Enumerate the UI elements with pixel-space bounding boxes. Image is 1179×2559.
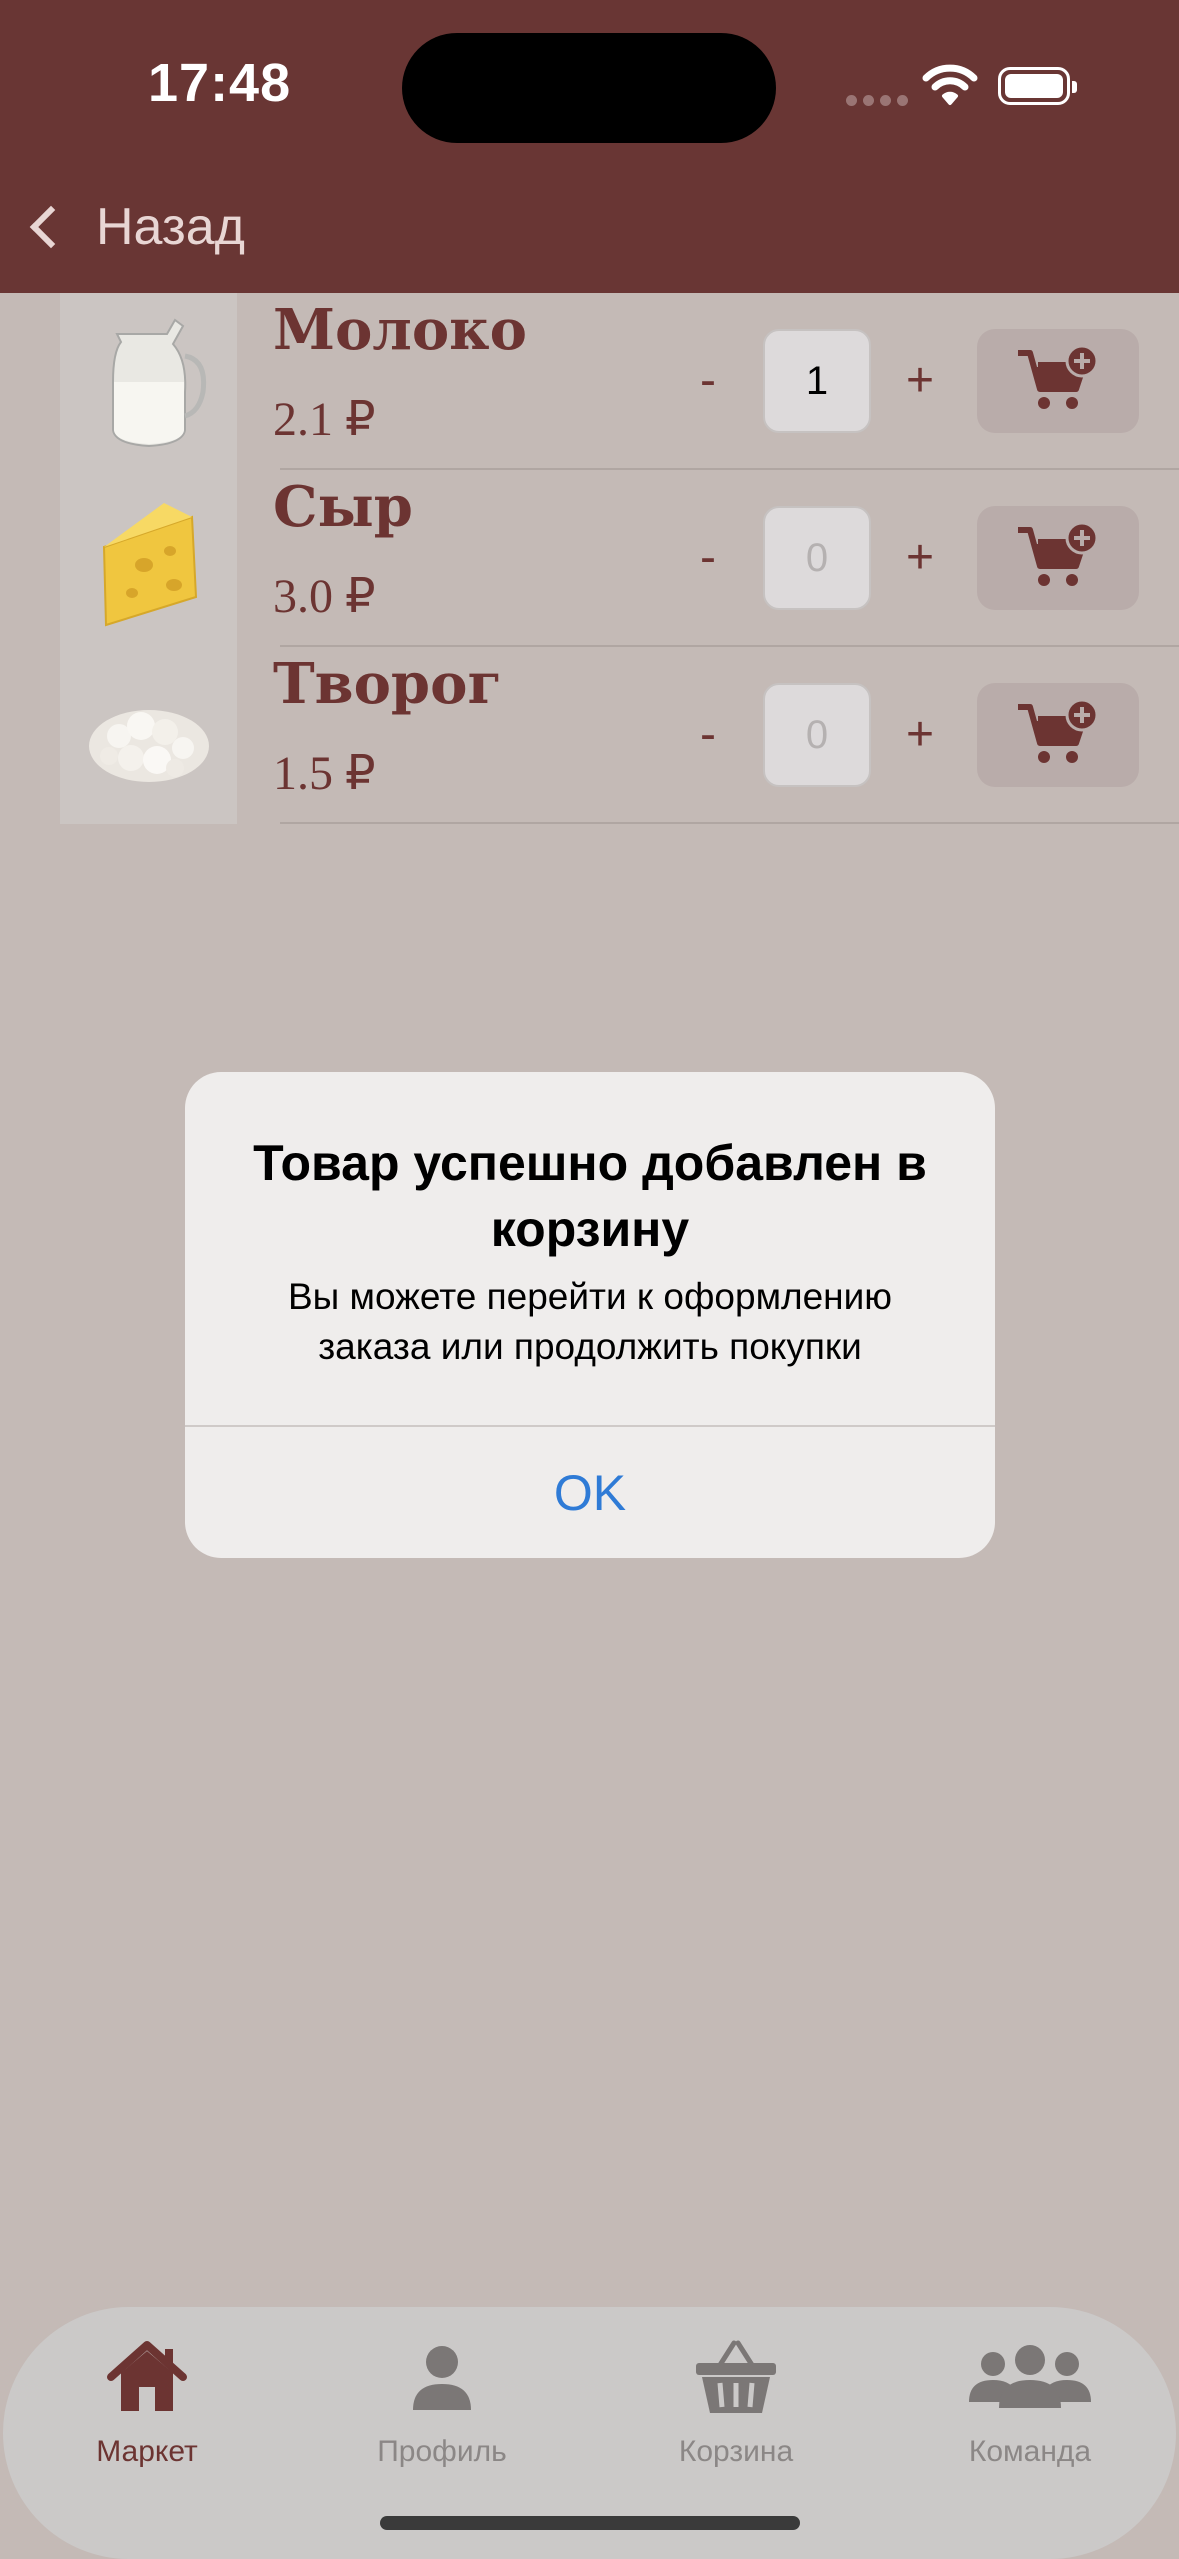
back-label: Назад — [96, 198, 245, 256]
cellular-signal-icon — [846, 93, 914, 111]
cheese-image — [60, 470, 237, 647]
add-to-cart-button[interactable] — [977, 683, 1139, 787]
back-button[interactable]: Назад — [22, 192, 245, 262]
product-name: Творог — [273, 651, 502, 717]
product-row: Молоко 2.1 ₽ - 1 + — [0, 293, 1179, 470]
tab-team[interactable]: Команда — [930, 2327, 1130, 2469]
home-icon — [47, 2327, 247, 2427]
add-to-cart-button[interactable] — [977, 506, 1139, 610]
status-time: 17:48 — [148, 53, 292, 113]
wifi-icon — [922, 62, 978, 111]
tab-market[interactable]: Маркет — [47, 2327, 247, 2469]
person-icon — [342, 2327, 542, 2427]
product-name: Молоко — [273, 297, 527, 363]
row-divider — [280, 822, 1179, 824]
tab-label: Маркет — [96, 2435, 198, 2468]
cart-plus-icon — [1018, 699, 1099, 763]
increase-button[interactable]: + — [906, 707, 934, 762]
chevron-left-icon — [29, 205, 73, 249]
basket-icon — [636, 2327, 836, 2427]
team-icon — [930, 2327, 1130, 2427]
cottage-cheese-image — [60, 647, 237, 824]
product-row: Творог 1.5 ₽ - 0 + — [0, 647, 1179, 824]
tab-label: Корзина — [678, 2435, 794, 2468]
tab-profile[interactable]: Профиль — [342, 2327, 542, 2469]
quantity-field[interactable]: 0 — [763, 506, 871, 610]
product-row: Сыр 3.0 ₽ - 0 + — [0, 470, 1179, 647]
decrease-button[interactable]: - — [700, 530, 716, 585]
dynamic-island — [402, 33, 776, 143]
product-name: Сыр — [273, 474, 413, 540]
cart-plus-icon — [1018, 345, 1099, 409]
product-price: 3.0 ₽ — [273, 570, 376, 623]
tab-label: Команда — [968, 2435, 1092, 2468]
top-bar: 17:48 Назад — [0, 0, 1179, 293]
alert-ok-button[interactable]: OK — [185, 1427, 995, 1558]
quantity-field[interactable]: 0 — [763, 683, 871, 787]
milk-jug-image — [60, 293, 237, 470]
cart-plus-icon — [1018, 522, 1099, 586]
tab-cart[interactable]: Корзина — [636, 2327, 836, 2469]
battery-icon — [998, 67, 1077, 105]
alert-title: Товар успешно добавлен в корзину — [253, 1135, 927, 1257]
alert-message: Вы можете перейти к оформлению заказа ил… — [287, 1276, 893, 1367]
add-to-cart-button[interactable] — [977, 329, 1139, 433]
increase-button[interactable]: + — [906, 530, 934, 585]
product-price: 2.1 ₽ — [273, 393, 376, 446]
home-indicator — [380, 2516, 800, 2530]
decrease-button[interactable]: - — [700, 707, 716, 762]
quantity-field[interactable]: 1 — [763, 329, 871, 433]
success-alert: Товар успешно добавлен в корзину Вы може… — [185, 1072, 995, 1558]
product-price: 1.5 ₽ — [273, 747, 376, 800]
decrease-button[interactable]: - — [700, 353, 716, 408]
increase-button[interactable]: + — [906, 353, 934, 408]
tab-label: Профиль — [377, 2435, 507, 2468]
